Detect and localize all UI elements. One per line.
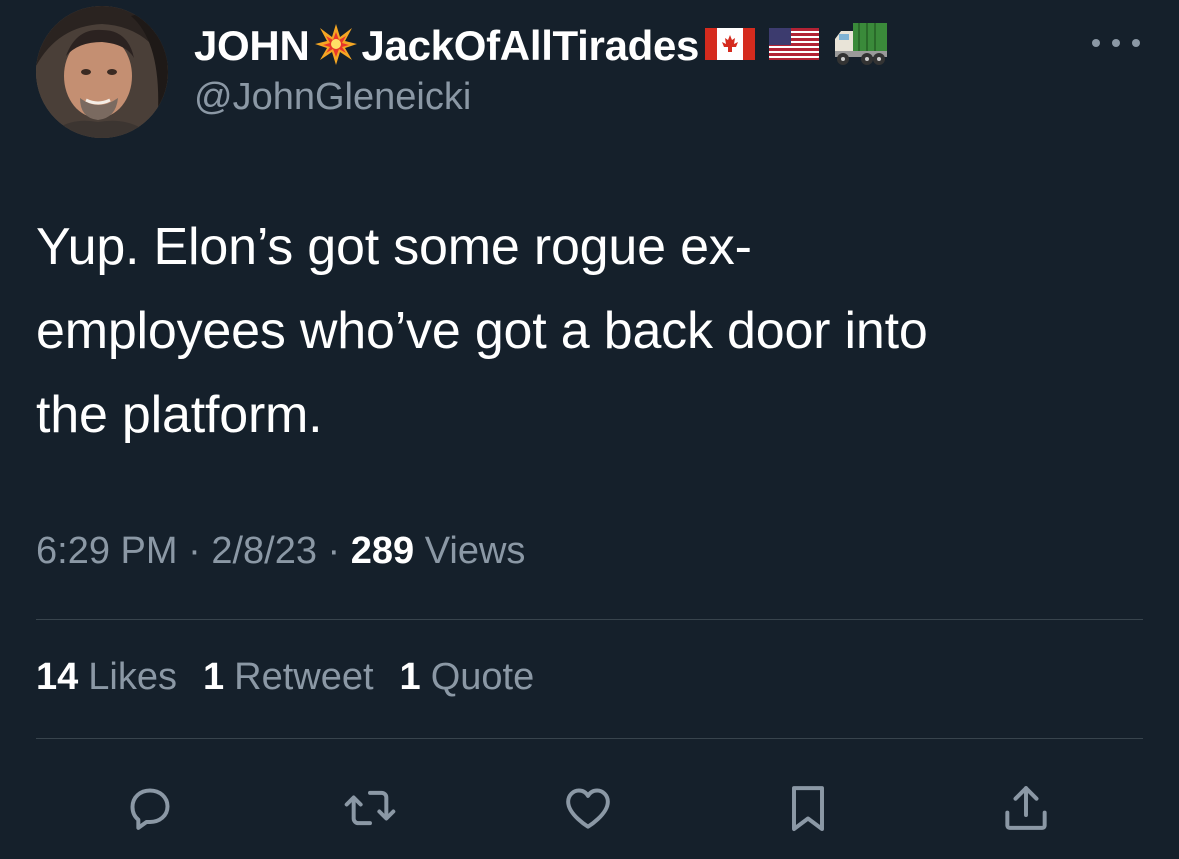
share-button[interactable] [996, 778, 1056, 838]
retweets-stat[interactable]: 1 Retweet [203, 656, 374, 699]
retweet-button[interactable] [340, 778, 400, 838]
likes-label: Likes [88, 656, 177, 698]
views-label: Views [414, 530, 526, 572]
likes-stat[interactable]: 14 Likes [36, 656, 177, 699]
tweet-text: Yup. Elon’s got some rogue ex- employees… [36, 205, 1146, 457]
collision-emoji-icon [314, 22, 358, 71]
tweet-detail: JOHN JackOfAllTirades @JohnGleneicki Yup… [0, 0, 1179, 859]
views-count: 289 [350, 530, 415, 572]
tweet-text-line: Yup. Elon’s got some rogue ex- [36, 218, 752, 276]
quotes-count: 1 [399, 656, 421, 698]
tweet-date[interactable]: 2/8/23 [211, 530, 317, 572]
bookmark-icon [792, 786, 824, 831]
likes-count: 14 [36, 656, 79, 698]
like-button[interactable] [558, 778, 618, 838]
truck-icon [833, 21, 889, 72]
meta-separator: · [177, 530, 212, 572]
divider [36, 619, 1143, 620]
display-name-part-2: JackOfAllTirades [361, 22, 700, 69]
retweets-count: 1 [203, 656, 225, 698]
tweet-text-line: employees who’ve got a back door into [36, 302, 928, 360]
display-name-part-1: JOHN [194, 22, 310, 69]
bookmark-button[interactable] [778, 778, 838, 838]
share-icon [1005, 786, 1047, 830]
action-bar [0, 778, 1179, 838]
us-flag-icon [769, 27, 820, 65]
tweet-text-line: the platform. [36, 386, 323, 444]
user-handle[interactable]: @JohnGleneicki [194, 76, 471, 119]
engagement-stats: 14 Likes 1 Retweet 1 Quote [36, 656, 534, 699]
retweets-label: Retweet [234, 656, 374, 698]
like-icon [566, 788, 610, 829]
tweet-meta: 6:29 PM · 2/8/23 · 289 Views [36, 530, 525, 573]
meta-separator: · [316, 530, 351, 572]
display-name[interactable]: JOHN JackOfAllTirades [194, 20, 893, 72]
avatar-photo [36, 6, 168, 138]
reply-icon [130, 788, 170, 830]
divider [36, 738, 1143, 739]
avatar[interactable] [36, 6, 168, 138]
quotes-label: Quote [430, 656, 535, 698]
more-options-icon[interactable] [1092, 30, 1140, 56]
retweet-icon [344, 790, 396, 826]
tweet-time[interactable]: 6:29 PM [36, 530, 178, 572]
quotes-stat[interactable]: 1 Quote [400, 656, 535, 699]
reply-button[interactable] [120, 778, 180, 838]
canada-flag-icon [705, 27, 756, 65]
